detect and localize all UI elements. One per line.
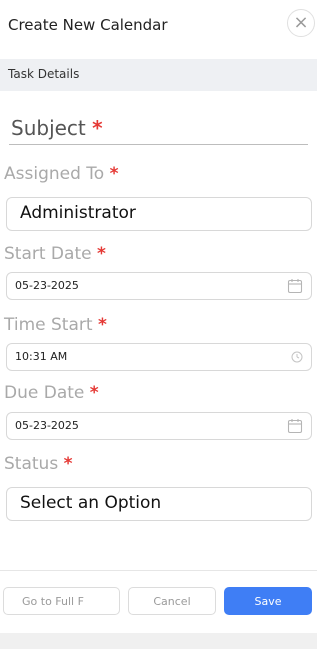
due-date-label-text: Due Date	[4, 383, 85, 403]
required-indicator: *	[109, 164, 119, 184]
assigned-to-label-text: Assigned To	[4, 164, 105, 184]
assigned-to-value: Administrator	[20, 203, 136, 223]
time-start-value: 10:31 AM	[15, 350, 68, 363]
bottom-bar	[0, 633, 317, 649]
subject-underline	[9, 144, 308, 145]
status-value: Select an Option	[20, 493, 162, 513]
calendar-icon[interactable]	[287, 278, 303, 294]
required-indicator: *	[96, 244, 106, 264]
due-date-label: Due Date *	[4, 383, 99, 403]
go-to-full-form-button[interactable]: Go to Full F	[3, 587, 120, 615]
section-title: Task Details	[8, 67, 80, 81]
start-date-label-text: Start Date	[4, 244, 92, 264]
footer-divider	[0, 570, 317, 571]
clock-icon[interactable]	[291, 351, 303, 363]
save-button[interactable]: Save	[224, 587, 312, 615]
assigned-to-label: Assigned To *	[4, 164, 118, 184]
required-indicator: *	[89, 383, 99, 403]
page-title: Create New Calendar	[8, 16, 168, 34]
time-start-label: Time Start *	[4, 315, 107, 335]
status-select[interactable]: Select an Option	[6, 487, 312, 521]
due-date-input[interactable]: 05-23-2025	[6, 412, 312, 440]
cancel-button[interactable]: Cancel	[128, 587, 216, 615]
required-indicator: *	[92, 116, 103, 140]
subject-label: Subject	[11, 116, 86, 140]
start-date-input[interactable]: 05-23-2025	[6, 272, 312, 300]
close-button[interactable]: ×	[287, 9, 315, 37]
status-label: Status *	[4, 454, 72, 474]
save-label: Save	[254, 594, 282, 608]
due-date-value: 05-23-2025	[15, 419, 79, 432]
required-indicator: *	[63, 454, 73, 474]
required-indicator: *	[97, 315, 107, 335]
subject-field[interactable]: Subject *	[11, 116, 103, 140]
go-to-full-form-label: Go to Full F	[22, 594, 84, 608]
time-start-input[interactable]: 10:31 AM	[6, 343, 312, 371]
start-date-value: 05-23-2025	[15, 279, 79, 292]
close-icon: ×	[293, 12, 309, 33]
section-header: Task Details	[0, 59, 317, 91]
cancel-label: Cancel	[153, 594, 191, 608]
assigned-to-select[interactable]: Administrator	[6, 197, 312, 231]
status-label-text: Status	[4, 454, 59, 474]
calendar-icon[interactable]	[287, 418, 303, 434]
start-date-label: Start Date *	[4, 244, 106, 264]
modal-header: Create New Calendar ×	[0, 0, 317, 56]
time-start-label-text: Time Start	[4, 315, 93, 335]
